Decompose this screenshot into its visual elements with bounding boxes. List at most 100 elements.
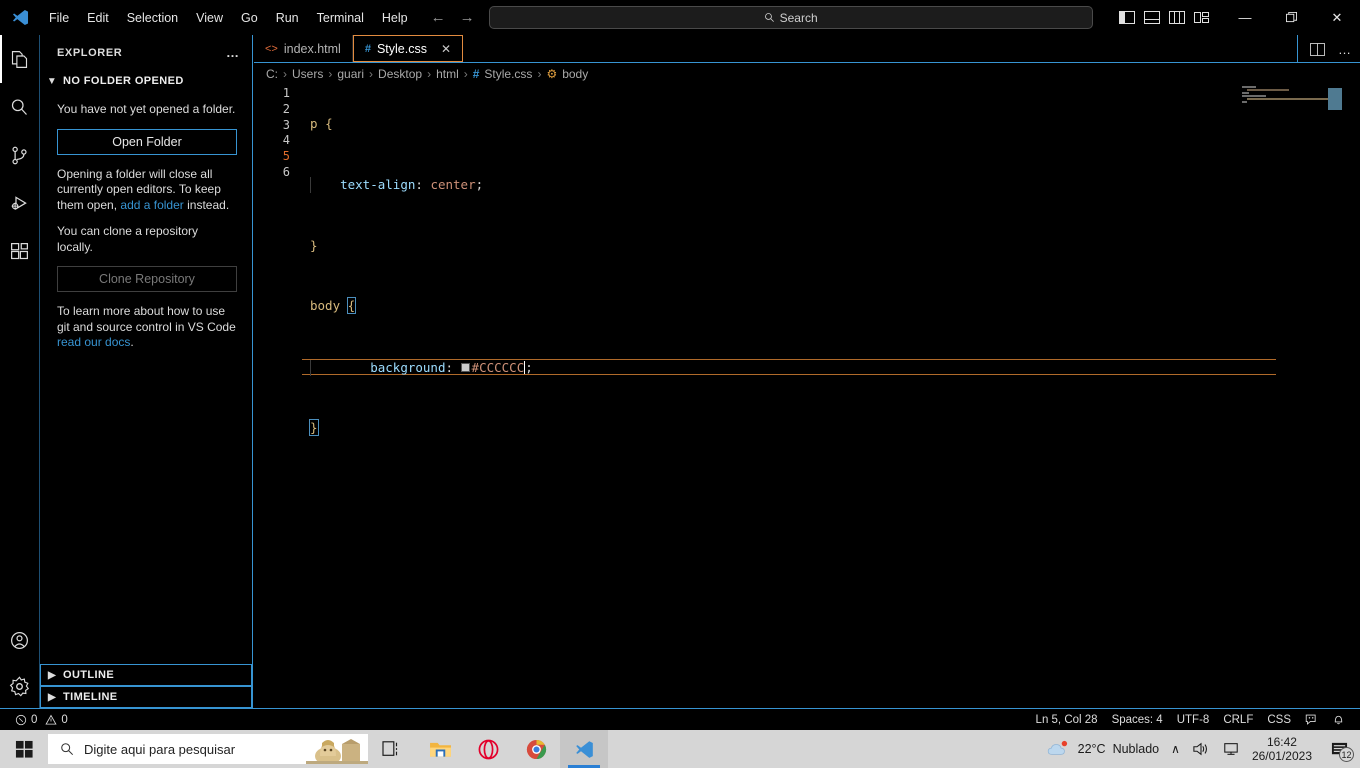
warning-count: 0 <box>61 713 68 726</box>
encoding-status[interactable]: UTF-8 <box>1170 709 1217 731</box>
minimap[interactable] <box>1242 86 1342 708</box>
vscode-window: File Edit Selection View Go Run Terminal… <box>0 0 1360 768</box>
activity-bar <box>0 35 40 708</box>
more-actions-icon[interactable]: … <box>1338 42 1352 57</box>
menu-item-run[interactable]: Run <box>267 7 308 29</box>
line-number: 2 <box>282 101 290 116</box>
breadcrumb-item-symbol[interactable]: body <box>562 67 588 81</box>
menu-item-go[interactable]: Go <box>232 7 267 29</box>
section-timeline[interactable]: ▶ TIMELINE <box>40 686 252 708</box>
clone-repository-button[interactable]: Clone Repository <box>57 266 237 292</box>
line-number: 1 <box>282 86 290 100</box>
breadcrumb-item-file[interactable]: Style.css <box>484 67 532 81</box>
start-button[interactable] <box>0 730 48 768</box>
sidebar-more-actions-icon[interactable]: … <box>226 45 240 60</box>
clock[interactable]: 16:42 26/01/2023 <box>1252 735 1312 763</box>
menu-item-selection[interactable]: Selection <box>118 7 187 29</box>
open-folder-button[interactable]: Open Folder <box>57 128 237 155</box>
minimap-scrollbar[interactable] <box>1328 88 1342 110</box>
section-outline[interactable]: ▶ OUTLINE <box>40 664 252 686</box>
show-hidden-icons-button[interactable]: ∧ <box>1171 742 1180 756</box>
split-editor-icon[interactable] <box>1310 42 1325 56</box>
sidebar-item-extensions[interactable] <box>0 227 40 275</box>
open-brace-highlighted: { <box>346 297 357 315</box>
menu-item-edit[interactable]: Edit <box>78 7 118 29</box>
html-file-icon: <> <box>265 42 278 55</box>
task-view-icon <box>382 741 398 756</box>
menu-item-terminal[interactable]: Terminal <box>308 7 373 29</box>
add-a-folder-link[interactable]: add a folder <box>120 198 183 212</box>
close-icon[interactable]: ✕ <box>441 42 451 56</box>
settings-gear-icon <box>9 675 30 697</box>
problems-status[interactable]: 0 0 <box>8 709 75 731</box>
menu-item-file[interactable]: File <box>40 7 78 29</box>
minimize-button[interactable]: — <box>1222 0 1268 35</box>
toggle-primary-sidebar-icon[interactable] <box>1119 11 1135 24</box>
breadcrumb-item-desktop[interactable]: Desktop <box>378 67 422 81</box>
language-mode-status[interactable]: CSS <box>1260 709 1298 731</box>
opera-button[interactable] <box>464 730 512 768</box>
layout-controls <box>1119 11 1210 24</box>
search-input[interactable]: Search <box>488 6 1093 29</box>
file-explorer-icon <box>429 742 451 757</box>
account-icon <box>11 631 28 649</box>
code-content[interactable]: p { text-align: center; } body { backgro… <box>302 86 1360 708</box>
css-selector: body <box>310 298 341 314</box>
semicolon: ; <box>525 360 533 376</box>
section-no-folder-opened[interactable]: ▼ NO FOLDER OPENED <box>40 70 252 92</box>
sidebar-item-run-debug[interactable] <box>0 179 40 227</box>
taskbar-search-input[interactable]: Digite aqui para pesquisar <box>48 734 368 764</box>
breadcrumb-item-html[interactable]: html <box>436 67 459 81</box>
status-bar-right: Ln 5, Col 28 Spaces: 4 UTF-8 CRLF CSS <box>1029 709 1360 731</box>
weather-temperature: 22°C <box>1077 742 1106 756</box>
weather-widget[interactable]: 22°C Nublado <box>1047 740 1159 758</box>
chevron-down-icon: ▼ <box>46 75 58 87</box>
open-folder-hint: Opening a folder will close all currentl… <box>57 167 237 214</box>
arrow-right-icon[interactable]: → <box>460 10 475 25</box>
maximize-button[interactable] <box>1268 0 1314 35</box>
manage-settings-button[interactable] <box>0 664 40 708</box>
network-button[interactable] <box>1222 741 1240 757</box>
menu-item-view[interactable]: View <box>187 7 232 29</box>
vscode-button[interactable] <box>560 730 608 768</box>
eol-status[interactable]: CRLF <box>1216 709 1260 731</box>
text-cursor <box>524 361 526 375</box>
menu-item-help[interactable]: Help <box>373 7 417 29</box>
semicolon: ; <box>475 176 484 192</box>
task-view-button[interactable] <box>368 730 416 768</box>
file-explorer-button[interactable] <box>416 730 464 768</box>
explorer-icon <box>11 50 28 68</box>
tab-index-html[interactable]: <> index.html <box>254 35 353 62</box>
toggle-panel-icon[interactable] <box>1144 11 1160 24</box>
windows-start-icon <box>15 740 33 758</box>
breadcrumb-item-drive[interactable]: C: <box>266 67 278 81</box>
arrow-left-icon[interactable]: ← <box>431 10 446 25</box>
chevron-right-icon: ▶ <box>47 691 57 703</box>
sidebar-item-search[interactable] <box>0 83 40 131</box>
breadcrumb-item-guari[interactable]: guari <box>337 67 364 81</box>
customize-layout-icon[interactable] <box>1194 11 1210 24</box>
color-swatch[interactable] <box>460 363 470 373</box>
feedback-smiley-icon <box>1305 714 1316 725</box>
toggle-secondary-sidebar-icon[interactable] <box>1169 11 1185 24</box>
code-editor[interactable]: 1 2 3 4 5 6 p { text-align: center; } bo… <box>254 86 1360 708</box>
indentation-status[interactable]: Spaces: 4 <box>1105 709 1170 731</box>
close-brace-highlighted: } <box>309 418 319 436</box>
notification-center-button[interactable]: 12 <box>1324 730 1354 768</box>
tab-style-css[interactable]: # Style.css ✕ <box>352 35 464 62</box>
account-button[interactable] <box>0 616 40 664</box>
close-button[interactable]: ✕ <box>1314 0 1360 35</box>
breadcrumb-item-users[interactable]: Users <box>292 67 323 81</box>
feedback-button[interactable] <box>1298 709 1325 731</box>
volume-button[interactable] <box>1192 741 1210 757</box>
sidebar-item-source-control[interactable] <box>0 131 40 179</box>
editor-actions: … <box>1297 35 1352 63</box>
chrome-button[interactable] <box>512 730 560 768</box>
breadcrumb-separator: › <box>427 67 432 81</box>
cursor-position-status[interactable]: Ln 5, Col 28 <box>1029 709 1105 731</box>
notifications-button[interactable] <box>1325 709 1352 731</box>
read-our-docs-link[interactable]: read our docs <box>57 335 130 349</box>
sidebar-item-explorer[interactable] <box>0 35 40 83</box>
source-control-icon <box>12 146 27 164</box>
